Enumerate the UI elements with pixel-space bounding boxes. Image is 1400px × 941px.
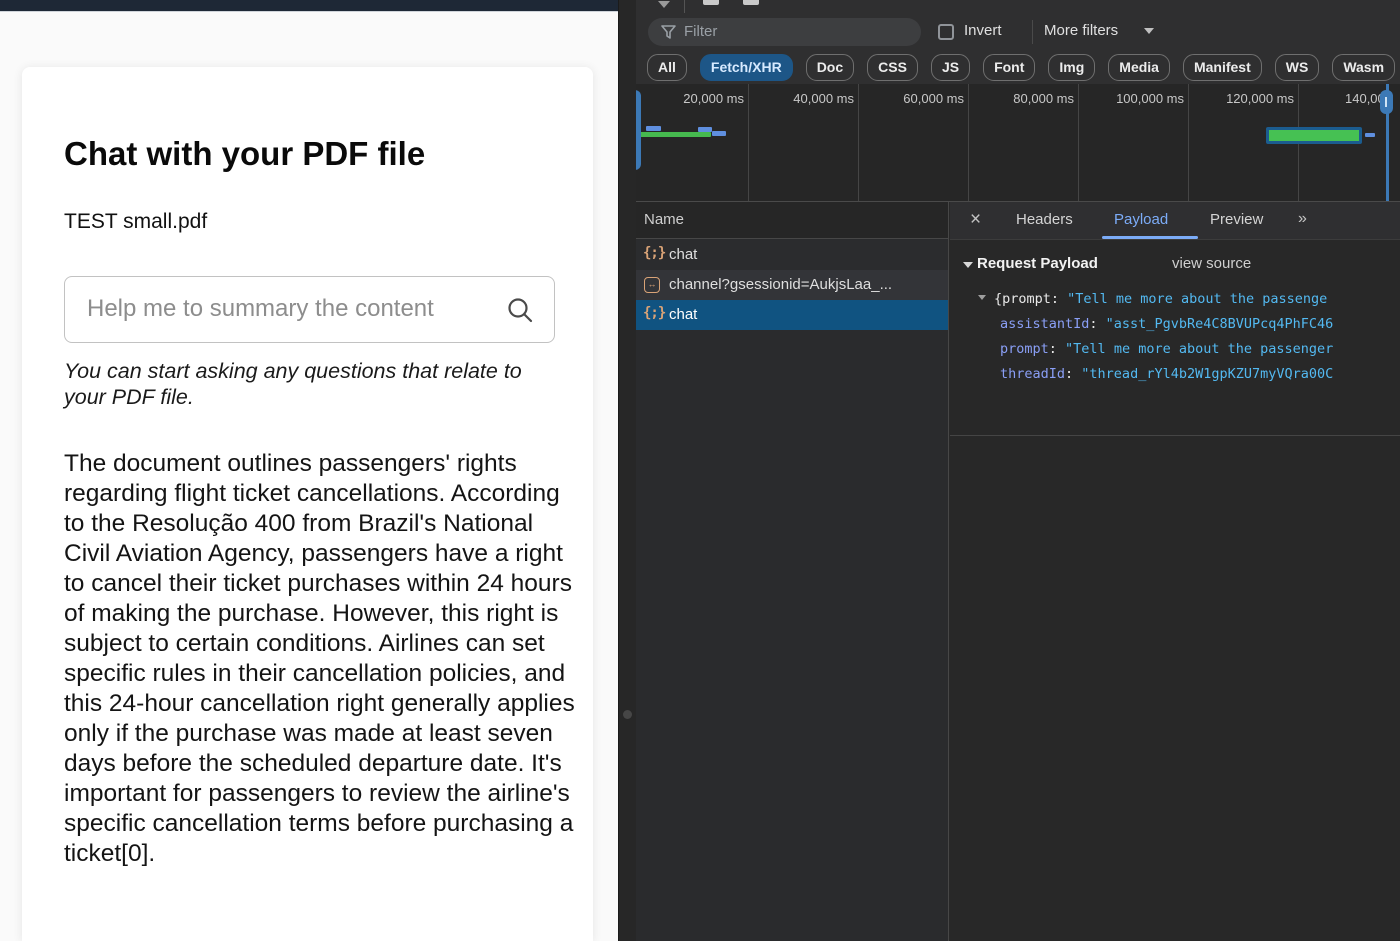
request-timing-bar — [698, 127, 712, 132]
collapse-icon[interactable] — [978, 295, 986, 300]
tab-headers[interactable]: Headers — [1016, 211, 1073, 228]
request-name: chat — [669, 246, 697, 263]
question-input-box[interactable] — [64, 276, 555, 343]
json-root-line[interactable]: {prompt: "Tell me more about the passeng… — [950, 288, 1400, 313]
invert-label[interactable]: Invert — [964, 22, 1002, 39]
question-input[interactable] — [87, 277, 507, 341]
filter-separator — [1032, 20, 1033, 44]
network-main-area: Name {;} chat ↔ channel?gsessionid=Aukjs… — [636, 202, 1400, 941]
hint-text: You can start asking any questions that … — [64, 358, 542, 411]
request-payload-title: Request Payload — [977, 255, 1098, 272]
view-source-link[interactable]: view source — [1172, 255, 1251, 272]
pdf-file-name: TEST small.pdf — [64, 210, 207, 234]
json-entry-line: threadId"thread_rYl4b2W1gpKZU7myVQra00C — [950, 363, 1400, 388]
gridline — [968, 84, 969, 202]
tick-label: 40,000 ms — [754, 91, 854, 106]
chip-font[interactable]: Font — [983, 54, 1035, 81]
toolbar-separator — [684, 0, 685, 13]
filter-placeholder: Filter — [684, 23, 717, 40]
toolbar-partial-icon[interactable] — [703, 0, 719, 5]
chip-doc[interactable]: Doc — [806, 54, 854, 81]
search-icon[interactable] — [506, 296, 534, 324]
overview-right-handle[interactable] — [1380, 90, 1393, 114]
selected-request-timing-bar — [1266, 127, 1362, 144]
request-payload-section: Request Payload view source {prompt: "Te… — [950, 240, 1400, 436]
tick-label: 80,000 ms — [974, 91, 1074, 106]
chip-css[interactable]: CSS — [867, 54, 918, 81]
more-tabs-icon[interactable]: » — [1298, 210, 1307, 228]
chevron-down-icon — [1144, 28, 1154, 34]
request-timing-bar — [1365, 133, 1375, 137]
json-key: assistantId — [1000, 316, 1106, 332]
panel-splitter[interactable] — [618, 0, 636, 941]
stream-icon: ↔ — [644, 277, 660, 293]
overview-left-handle[interactable] — [636, 90, 641, 170]
json-root-prefix: {prompt: — [994, 291, 1067, 307]
chip-manifest[interactable]: Manifest — [1183, 54, 1262, 81]
request-timing-bar — [712, 131, 726, 136]
answer-text: The document outlines passengers' rights… — [64, 449, 582, 869]
payload-json-tree: {prompt: "Tell me more about the passeng… — [950, 288, 1400, 436]
gridline — [1078, 84, 1079, 202]
chip-wasm[interactable]: Wasm — [1332, 54, 1395, 81]
request-name: chat — [669, 306, 697, 323]
tab-payload[interactable]: Payload — [1114, 211, 1168, 228]
json-braces-icon: {;} — [643, 245, 663, 265]
request-timing-bar — [646, 126, 661, 131]
json-value: "Tell me more about the passenger — [1065, 341, 1333, 357]
gridline — [748, 84, 749, 202]
network-overview-strip[interactable]: 20,000 ms 40,000 ms 60,000 ms 80,000 ms … — [636, 84, 1400, 202]
pdf-chat-page: Chat with your PDF file TEST small.pdf Y… — [0, 0, 618, 941]
close-icon[interactable]: × — [970, 209, 981, 231]
tick-label: 20,000 ms — [644, 91, 744, 106]
json-value: "asst_PgvbRe4C8BVUPcq4PhFC46 — [1106, 316, 1334, 332]
network-filter-row: Filter Invert More filters — [636, 14, 1400, 50]
name-column-header[interactable]: Name — [636, 202, 949, 239]
chip-ws[interactable]: WS — [1275, 54, 1320, 81]
chip-js[interactable]: JS — [931, 54, 970, 81]
devtools-network-panel: Filter Invert More filters All Fetch/XHR… — [636, 0, 1400, 941]
chip-img[interactable]: Img — [1048, 54, 1095, 81]
chip-fetch-xhr[interactable]: Fetch/XHR — [700, 54, 793, 81]
splitter-handle-icon — [623, 710, 632, 719]
more-filters-button[interactable]: More filters — [1044, 22, 1118, 39]
funnel-icon — [661, 25, 676, 39]
devtools-top-toolbar — [636, 0, 1400, 14]
json-entry-line: prompt"Tell me more about the passenger — [950, 338, 1400, 363]
request-row-channel[interactable]: ↔ channel?gsessionid=AukjsLaa_... — [636, 270, 949, 300]
detail-tab-bar: × Headers Payload Preview » — [950, 202, 1400, 240]
request-list-panel: Name {;} chat ↔ channel?gsessionid=Aukjs… — [636, 202, 949, 941]
json-value: "thread_rYl4b2W1gpKZU7myVQra00C — [1081, 366, 1333, 382]
name-column-label: Name — [644, 211, 684, 228]
tab-preview[interactable]: Preview — [1210, 211, 1263, 228]
gridline — [858, 84, 859, 202]
request-row-chat-selected[interactable]: {;} chat — [636, 300, 949, 330]
json-braces-icon: {;} — [643, 305, 663, 325]
page-title: Chat with your PDF file — [64, 135, 584, 173]
request-timing-bar — [636, 132, 711, 137]
json-key: threadId — [1000, 366, 1081, 382]
filter-input[interactable]: Filter — [648, 18, 921, 46]
toolbar-partial-icon[interactable] — [658, 1, 670, 8]
invert-checkbox[interactable] — [938, 24, 954, 40]
screen: Chat with your PDF file TEST small.pdf Y… — [0, 0, 1400, 941]
tick-label: 140,000 — [1292, 91, 1392, 106]
active-tab-underline — [1102, 236, 1198, 239]
tick-label: 60,000 ms — [864, 91, 964, 106]
browser-top-strip — [0, 0, 618, 12]
request-name: channel?gsessionid=AukjsLaa_... — [669, 276, 892, 293]
json-key: prompt — [1000, 341, 1065, 357]
tick-label: 100,000 ms — [1084, 91, 1184, 106]
section-collapse-icon[interactable] — [963, 262, 973, 268]
request-row-chat[interactable]: {;} chat — [636, 240, 949, 270]
request-type-chips: All Fetch/XHR Doc CSS JS Font Img Media … — [636, 50, 1400, 84]
gridline — [1188, 84, 1189, 202]
toolbar-partial-icon[interactable] — [743, 0, 759, 5]
chip-media[interactable]: Media — [1108, 54, 1170, 81]
tick-label: 120,000 ms — [1194, 91, 1294, 106]
chip-all[interactable]: All — [647, 54, 687, 81]
json-root-value: "Tell me more about the passenge — [1067, 291, 1327, 307]
request-detail-panel: × Headers Payload Preview » Request Payl… — [950, 202, 1400, 941]
json-entry-line: assistantId"asst_PgvbRe4C8BVUPcq4PhFC46 — [950, 313, 1400, 338]
